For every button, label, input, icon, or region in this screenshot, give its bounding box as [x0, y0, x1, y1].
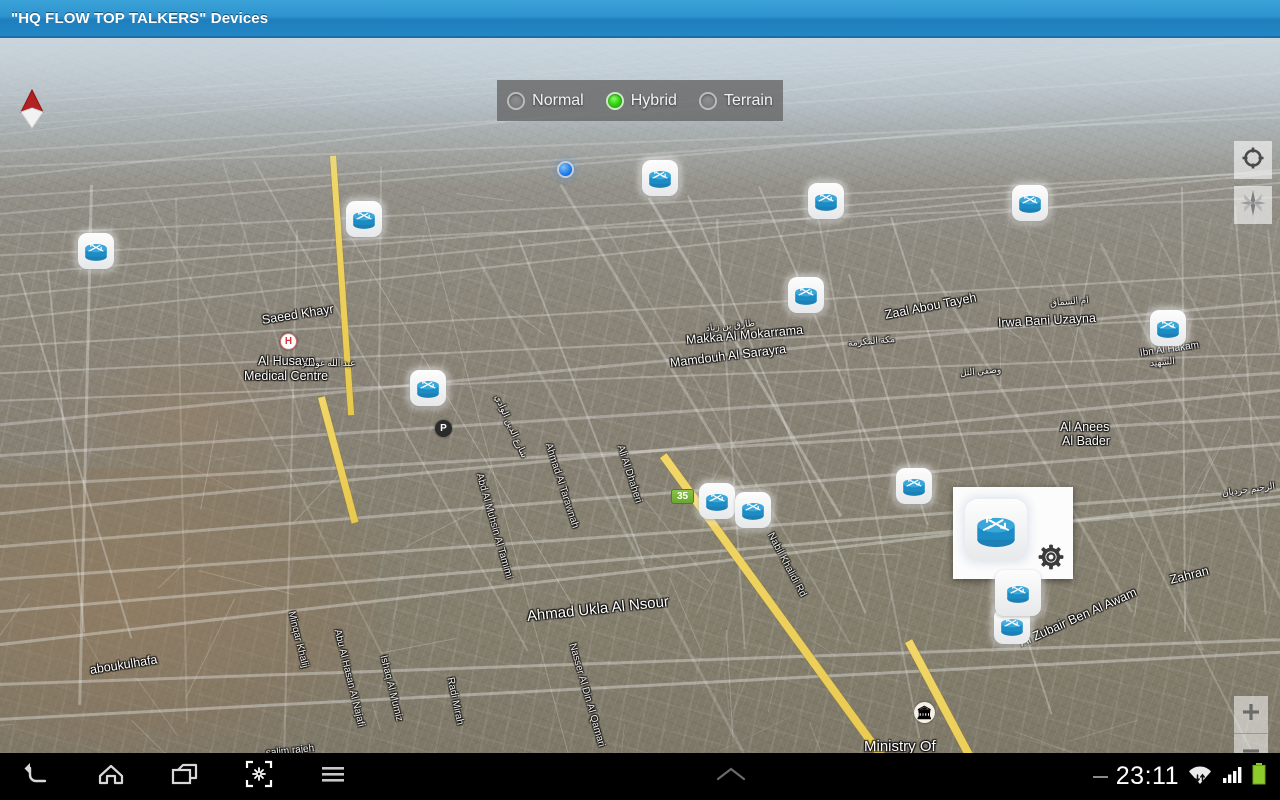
device-marker[interactable] [1012, 185, 1048, 221]
menu-button[interactable] [296, 753, 370, 800]
government-building-icon: 🏛 [914, 702, 935, 723]
router-icon [965, 499, 1027, 561]
device-marker[interactable] [1150, 310, 1186, 346]
map-type-selector[interactable]: Normal Hybrid Terrain [497, 80, 783, 121]
device-marker[interactable] [808, 183, 844, 219]
home-icon [96, 759, 126, 794]
map-type-label-terrain: Terrain [723, 91, 773, 109]
device-marker-selected[interactable] [995, 570, 1041, 616]
current-location-dot [559, 163, 572, 176]
map-type-option-hybrid[interactable]: Hybrid [595, 91, 688, 110]
title-bar: "HQ FLOW TOP TALKERS" Devices [0, 0, 1280, 38]
screenshot-capture-icon [244, 759, 274, 794]
battery-full-icon [1251, 762, 1267, 791]
north-arrow-icon [16, 86, 48, 132]
home-button[interactable] [74, 753, 148, 800]
notification-dash-icon [1092, 775, 1108, 778]
radio-hybrid[interactable] [605, 91, 624, 110]
minus-icon [1241, 741, 1261, 754]
parking-icon: P [435, 420, 452, 437]
device-marker[interactable] [410, 370, 446, 406]
app-root: "HQ FLOW TOP TALKERS" Devices Saeed Khay… [0, 0, 1280, 800]
expand-status-bar-button[interactable] [370, 764, 1093, 789]
radio-terrain[interactable] [698, 91, 717, 110]
device-marker[interactable] [346, 201, 382, 237]
map-canvas[interactable]: Saeed Khayr Al Husayn Medical Centre Makka … [0, 38, 1280, 753]
zoom-in-button[interactable] [1234, 696, 1268, 734]
status-clock: 23:11 [1115, 762, 1179, 790]
device-marker[interactable] [699, 483, 735, 519]
device-marker[interactable] [78, 233, 114, 269]
hospital-icon: H [280, 333, 297, 350]
recent-apps-icon [170, 759, 200, 794]
status-area[interactable]: 23:11 [1092, 761, 1280, 792]
radio-normal[interactable] [507, 91, 526, 110]
map-type-label-normal: Normal [532, 91, 584, 109]
crosshair-target-icon [1241, 146, 1265, 175]
zoom-out-button[interactable] [1234, 734, 1268, 753]
device-marker[interactable] [642, 160, 678, 196]
my-location-button[interactable] [1234, 141, 1272, 179]
wifi-signal-icon [1187, 761, 1213, 792]
highway-shield-number: 35 [676, 491, 689, 502]
device-marker[interactable] [896, 468, 932, 504]
back-arrow-icon [22, 759, 52, 794]
gear-icon[interactable] [1038, 544, 1064, 570]
back-button[interactable] [0, 753, 74, 800]
compass-button[interactable] [1234, 186, 1272, 224]
map-type-option-terrain[interactable]: Terrain [688, 91, 784, 110]
map-type-label-hybrid: Hybrid [630, 91, 677, 109]
device-marker[interactable] [788, 277, 824, 313]
screenshot-button[interactable] [222, 753, 296, 800]
highway-shield-35: 35 [671, 489, 694, 504]
zoom-controls[interactable] [1234, 696, 1268, 753]
recent-apps-button[interactable] [148, 753, 222, 800]
cell-signal-icon [1221, 763, 1243, 790]
page-title: "HQ FLOW TOP TALKERS" Devices [11, 9, 269, 27]
map-type-option-normal[interactable]: Normal [496, 91, 595, 110]
chevron-up-icon [714, 764, 748, 789]
android-navigation-bar: 23:11 [0, 753, 1280, 800]
hamburger-menu-icon [318, 759, 348, 794]
device-info-window[interactable] [953, 487, 1073, 593]
compass-rose-icon [1240, 189, 1266, 221]
device-marker[interactable] [735, 492, 771, 528]
plus-icon [1241, 702, 1261, 727]
